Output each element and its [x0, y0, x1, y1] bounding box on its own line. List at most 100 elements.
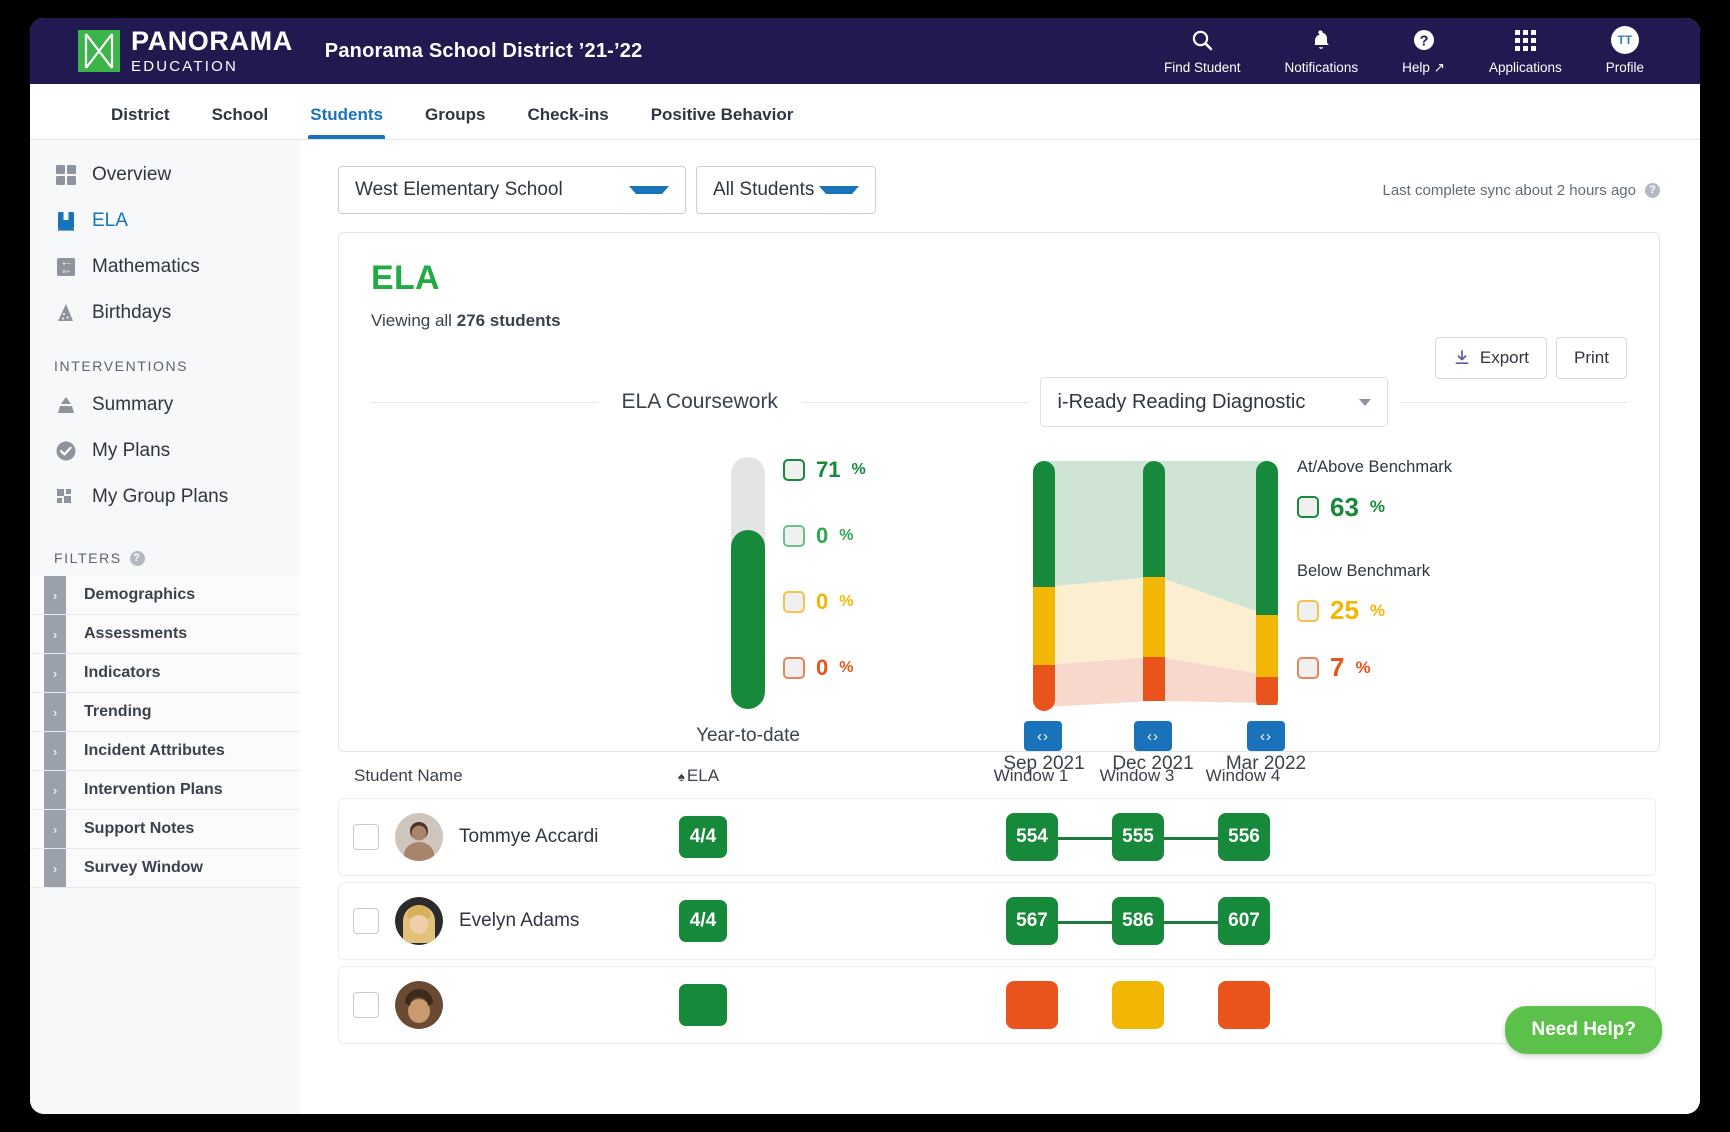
find-student-label: Find Student	[1164, 60, 1241, 75]
filter-indicators[interactable]: › Indicators	[30, 654, 300, 693]
filter-label: Intervention Plans	[66, 771, 223, 809]
students-select[interactable]: All Students	[696, 166, 876, 214]
chevron-right-icon: ›	[44, 810, 66, 848]
sidebar-item-label: My Plans	[92, 440, 170, 462]
window-3-expand-button[interactable]: ‹›	[1134, 721, 1172, 751]
school-select[interactable]: West Elementary School	[338, 166, 686, 214]
coursework-legend-item[interactable]: 0%	[783, 523, 853, 549]
ela-summary-card: ELA Viewing all 276 students Export Prin…	[338, 232, 1660, 752]
filter-incident-attributes[interactable]: › Incident Attributes	[30, 732, 300, 771]
question-circle-icon: ?	[1412, 27, 1436, 53]
benchmark-legend: At/Above Benchmark 63% Below Benchmark 2…	[1297, 457, 1477, 683]
divider-right	[1400, 402, 1627, 403]
calculator-icon: +−×÷	[54, 255, 78, 279]
sidebar-item-birthdays[interactable]: Birthdays	[30, 290, 300, 336]
applications-button[interactable]: Applications	[1467, 27, 1584, 75]
pyramid-icon	[54, 393, 78, 417]
ela-cell	[679, 984, 979, 1026]
top-nav: Find Student Notifications ? Help ↗	[1142, 27, 1700, 76]
tab-school[interactable]: School	[191, 105, 290, 139]
window-score: 586	[1112, 897, 1164, 945]
charts-section: ELA Coursework i-Ready Reading Diagnosti…	[371, 377, 1627, 737]
row-checkbox[interactable]	[353, 992, 379, 1018]
coursework-value-0: 71	[816, 457, 840, 483]
filter-assessments[interactable]: › Assessments	[30, 615, 300, 654]
need-help-button[interactable]: Need Help?	[1505, 1006, 1662, 1054]
student-count: 276 students	[457, 311, 561, 330]
notifications-label: Notifications	[1285, 60, 1359, 75]
coursework-legend-item[interactable]: 71%	[783, 457, 866, 483]
filter-intervention-plans[interactable]: › Intervention Plans	[30, 771, 300, 810]
window-button-label: ‹›	[1037, 728, 1049, 745]
filter-demographics[interactable]: › Demographics	[30, 576, 300, 615]
coursework-legend-item[interactable]: 0%	[783, 655, 853, 681]
sidebar-item-label: ELA	[92, 210, 128, 232]
at-above-benchmark-value[interactable]: 63%	[1297, 492, 1477, 523]
assessment-select[interactable]: i-Ready Reading Diagnostic	[1040, 377, 1388, 427]
below-benchmark-value[interactable]: 25%	[1297, 595, 1477, 626]
tab-positive-behavior[interactable]: Positive Behavior	[630, 105, 815, 139]
coursework-legend-item[interactable]: 0%	[783, 589, 853, 615]
coursework-pct-2: %	[839, 593, 853, 611]
divider-mid	[802, 402, 1029, 403]
row-checkbox[interactable]	[353, 824, 379, 850]
well-below-benchmark-value[interactable]: 7%	[1297, 652, 1477, 683]
notifications-button[interactable]: Notifications	[1263, 27, 1381, 75]
coursework-bar-track	[731, 457, 765, 709]
filter-trending[interactable]: › Trending	[30, 693, 300, 732]
sidebar-item-mathematics[interactable]: +−×÷ Mathematics	[30, 244, 300, 290]
filter-label: Incident Attributes	[66, 732, 225, 770]
filters-help-icon[interactable]: ?	[130, 551, 145, 566]
profile-label: Profile	[1606, 60, 1644, 75]
coursework-value-1: 0	[816, 523, 828, 549]
sidebar-item-ela[interactable]: ELA	[30, 198, 300, 244]
window-4-orange-segment	[1256, 677, 1278, 705]
tab-students[interactable]: Students	[289, 105, 404, 139]
column-ela-label: ELA	[687, 766, 719, 786]
window-3-orange-segment	[1143, 657, 1165, 701]
window-score	[1218, 981, 1270, 1029]
chevron-right-icon: ›	[44, 732, 66, 770]
window-1-expand-button[interactable]: ‹›	[1024, 721, 1062, 751]
window-score: 556	[1218, 813, 1270, 861]
sync-help-icon[interactable]: ?	[1645, 183, 1660, 198]
filter-survey-window[interactable]: › Survey Window	[30, 849, 300, 888]
row-checkbox[interactable]	[353, 908, 379, 934]
column-student-name[interactable]: Student Name	[338, 766, 678, 786]
sidebar-item-my-plans[interactable]: My Plans	[30, 428, 300, 474]
viewing-prefix: Viewing all	[371, 311, 457, 330]
export-label: Export	[1480, 348, 1529, 368]
check-circle-icon	[54, 439, 78, 463]
filter-support-notes[interactable]: › Support Notes	[30, 810, 300, 849]
window-4-expand-button[interactable]: ‹›	[1247, 721, 1285, 751]
column-ela[interactable]: ♠ ELA	[678, 766, 978, 786]
find-student-button[interactable]: Find Student	[1142, 27, 1263, 75]
charts-row: 71% 0% 0%	[371, 457, 1627, 747]
export-button[interactable]: Export	[1435, 337, 1547, 379]
sidebar-item-my-group-plans[interactable]: My Group Plans	[30, 474, 300, 520]
tab-district[interactable]: District	[90, 105, 191, 139]
help-text: Help	[1402, 60, 1430, 75]
table-row[interactable]: Evelyn Adams 4/4 567 586 607	[338, 882, 1656, 960]
sidebar-item-summary[interactable]: Summary	[30, 382, 300, 428]
district-title: Panorama School District ’21-’22	[325, 40, 643, 63]
help-button[interactable]: ? Help ↗	[1380, 27, 1467, 76]
window-1-bar	[1033, 461, 1055, 711]
panorama-logo[interactable]: PANORAMA EDUCATION	[78, 28, 293, 74]
primary-tabs: District School Students Groups Check-in…	[30, 84, 1700, 140]
window-4-cell	[1191, 981, 1297, 1029]
assessment-select-value: i-Ready Reading Diagnostic	[1057, 391, 1305, 414]
print-button[interactable]: Print	[1556, 337, 1627, 379]
sidebar-item-overview[interactable]: Overview	[30, 152, 300, 198]
window-score: 554	[1006, 813, 1058, 861]
profile-button[interactable]: TT Profile	[1584, 27, 1666, 75]
window-3-bar	[1143, 461, 1165, 711]
book-icon	[54, 209, 78, 233]
tab-groups[interactable]: Groups	[404, 105, 506, 139]
at-above-pct: %	[1370, 497, 1385, 517]
window-1-cell: 554	[979, 813, 1085, 861]
tab-check-ins[interactable]: Check-ins	[506, 105, 629, 139]
table-row[interactable]: Tommye Accardi 4/4 554 555 556	[338, 798, 1656, 876]
table-row[interactable]	[338, 966, 1656, 1044]
search-icon	[1190, 27, 1214, 53]
